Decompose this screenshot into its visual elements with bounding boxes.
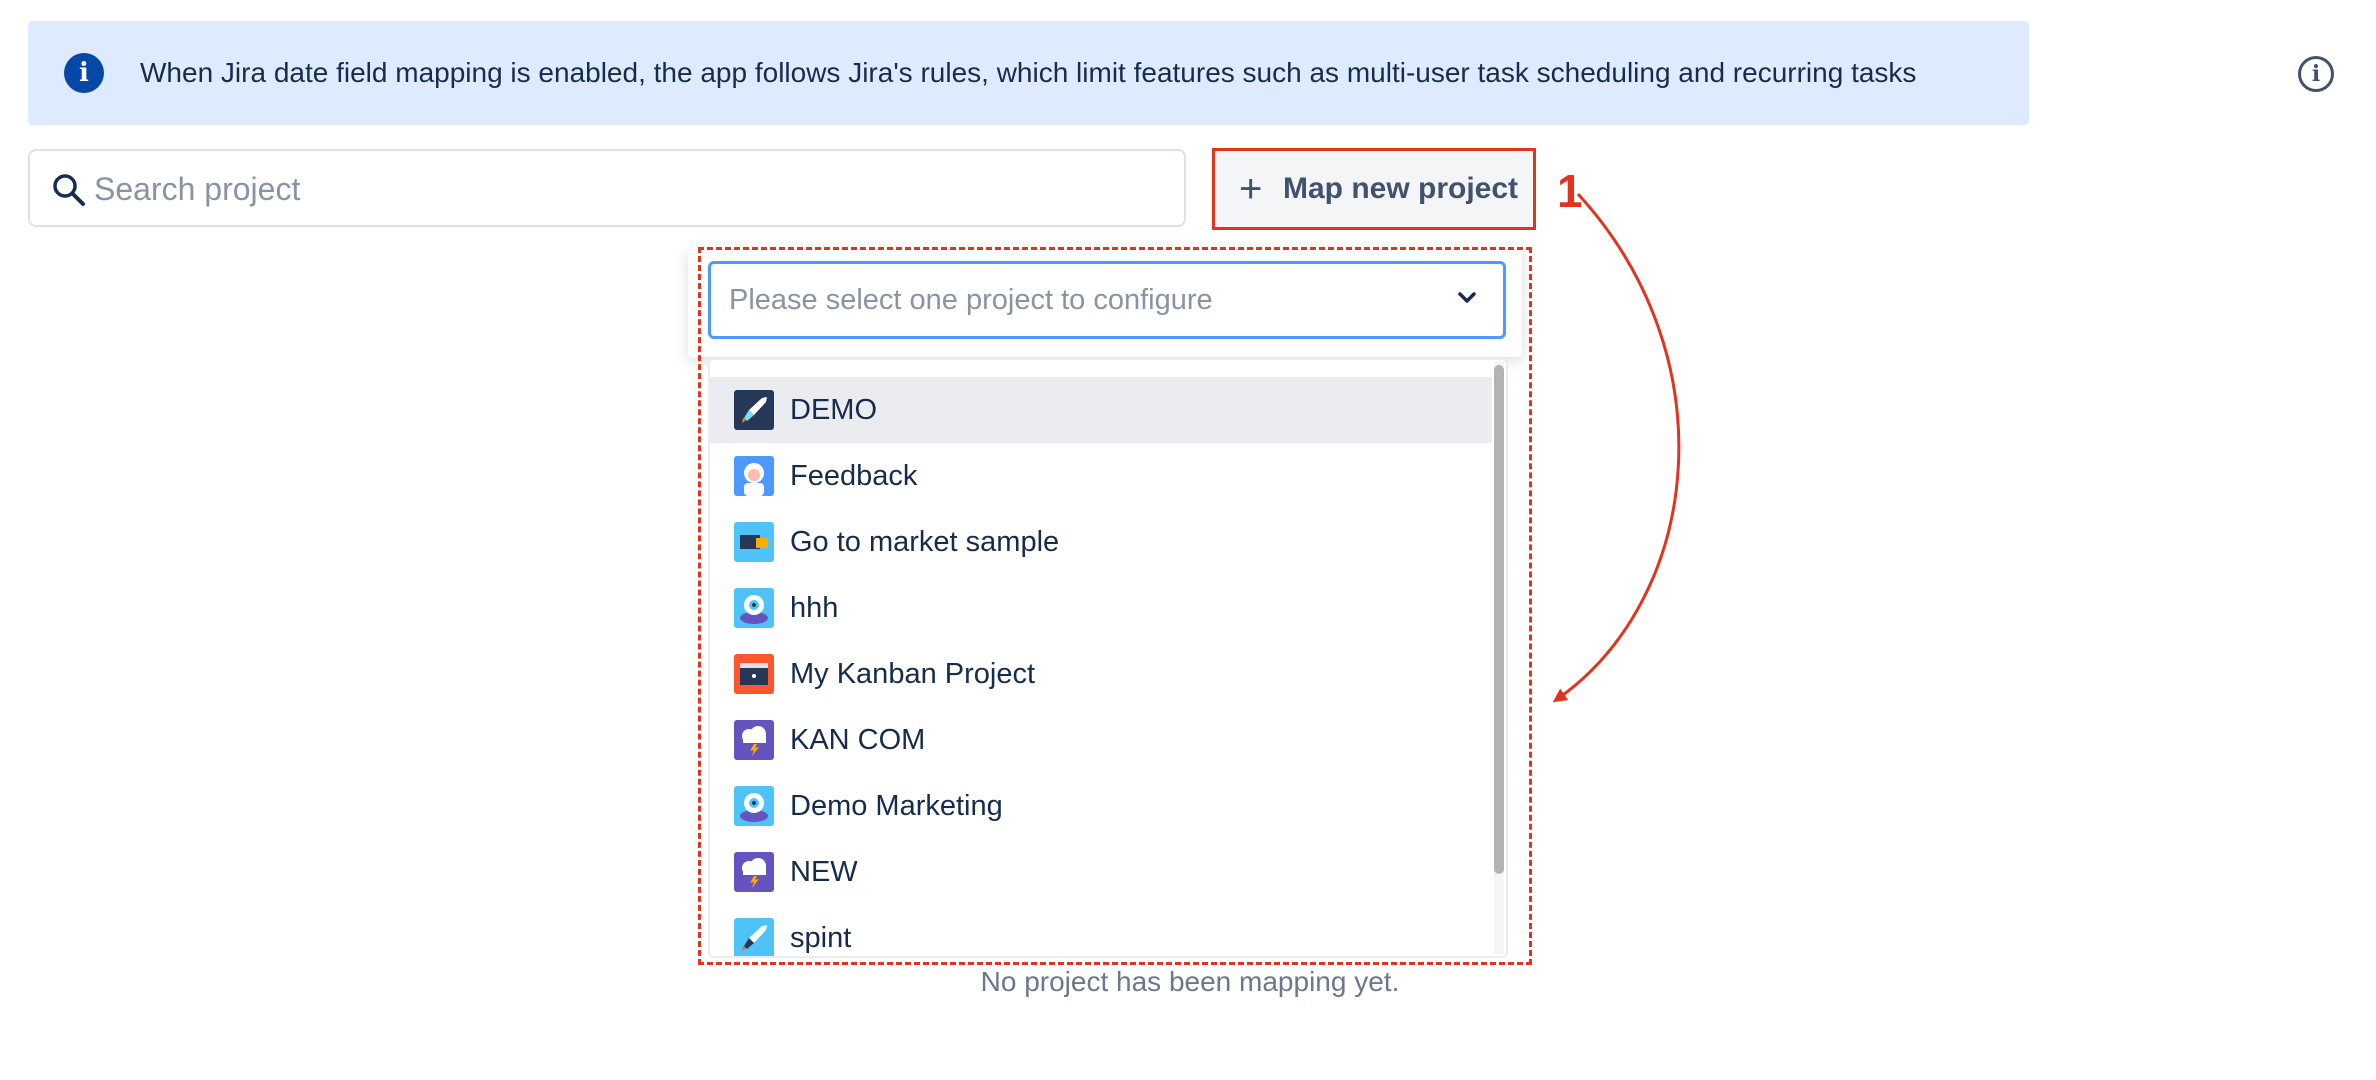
option-my-kanban-project[interactable]: My Kanban Project [710, 641, 1492, 707]
money-avatar-icon [734, 522, 774, 562]
rocket-avatar-icon [734, 918, 774, 956]
select-placeholder: Please select one project to configure [729, 284, 1213, 316]
search-input[interactable] [92, 161, 1166, 217]
option-label: NEW [790, 856, 858, 888]
browser-window-avatar-icon [734, 654, 774, 694]
option-label: DEMO [790, 394, 877, 426]
option-label: KAN COM [790, 724, 926, 756]
option-label: My Kanban Project [790, 658, 1036, 690]
map-new-project-label: Map new project [1283, 172, 1519, 205]
option-go-to-market-sample[interactable]: Go to market sample [710, 509, 1492, 575]
info-icon: i [64, 53, 104, 93]
scrollbar-thumb[interactable] [1494, 365, 1504, 874]
plus-icon: + [1239, 167, 1263, 211]
option-label: spint [790, 922, 852, 954]
option-spint[interactable]: spint [710, 905, 1492, 956]
chevron-down-icon [1458, 292, 1476, 303]
option-label: Go to market sample [790, 526, 1060, 558]
option-demo-marketing[interactable]: Demo Marketing [710, 773, 1492, 839]
rocket-avatar-icon [734, 390, 774, 430]
info-banner: i When Jira date field mapping is enable… [28, 21, 2029, 125]
option-label: hhh [790, 592, 839, 624]
info-circle-icon[interactable]: i [2298, 56, 2334, 92]
option-demo[interactable]: DEMO [710, 377, 1492, 443]
empty-state-message: No project has been mapping yet. [980, 966, 1400, 997]
robot-avatar-icon [734, 588, 774, 628]
project-options-list[interactable]: DEMO Feedback Go to market sample hhh My… [708, 358, 1508, 958]
storm-cloud-avatar-icon [734, 852, 774, 892]
project-select[interactable]: Please select one project to configure [708, 261, 1506, 339]
yeti-avatar-icon [734, 456, 774, 496]
search-box[interactable] [28, 149, 1186, 227]
option-kan-com[interactable]: KAN COM [710, 707, 1492, 773]
option-label: Feedback [790, 460, 918, 492]
robot-avatar-icon [734, 786, 774, 826]
option-hhh[interactable]: hhh [710, 575, 1492, 641]
option-feedback[interactable]: Feedback [710, 443, 1492, 509]
banner-message: When Jira date field mapping is enabled,… [140, 57, 1917, 88]
storm-cloud-avatar-icon [734, 720, 774, 760]
annotation-arrow [1552, 192, 1681, 703]
map-new-project-button[interactable]: + Map new project [1212, 148, 1536, 230]
option-new[interactable]: NEW [710, 839, 1492, 905]
search-icon [53, 174, 85, 206]
option-label: Demo Marketing [790, 790, 1003, 822]
